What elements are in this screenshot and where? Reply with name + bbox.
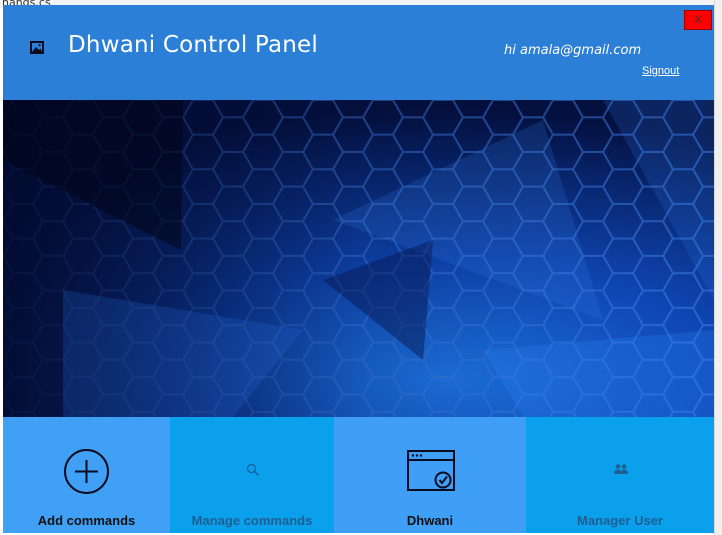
users-icon xyxy=(614,464,628,474)
manager-user-label: Manager User xyxy=(577,513,663,528)
search-icon xyxy=(246,463,259,476)
add-commands-label: Add commands xyxy=(37,513,136,528)
control-panel-window: Dhwani Control Panel hi amala@gmail.com … xyxy=(3,5,714,533)
manage-commands-tile[interactable]: Manage commands xyxy=(170,417,334,533)
dhwani-label: Dhwani xyxy=(406,513,454,528)
user-greeting: hi amala@gmail.com xyxy=(504,43,642,58)
dhwani-tile[interactable]: Dhwani xyxy=(334,417,526,533)
add-circle-icon xyxy=(64,449,109,494)
app-window-check-icon xyxy=(407,450,455,491)
signout-link[interactable]: Signout xyxy=(642,65,679,77)
background-right-strip xyxy=(714,0,722,535)
hero-banner xyxy=(3,100,714,417)
header-bar: Dhwani Control Panel hi amala@gmail.com … xyxy=(3,5,714,100)
tile-bar: Add commands Manage commands Dhwani Mana… xyxy=(3,417,714,533)
manage-commands-label: Manage commands xyxy=(191,513,313,528)
app-title: Dhwani Control Panel xyxy=(68,32,318,58)
add-commands-tile[interactable]: Add commands xyxy=(3,417,170,533)
close-button[interactable]: X xyxy=(684,10,712,30)
image-icon xyxy=(30,41,44,54)
manager-user-tile[interactable]: Manager User xyxy=(526,417,714,533)
hexagon-background-graphic xyxy=(3,100,714,417)
